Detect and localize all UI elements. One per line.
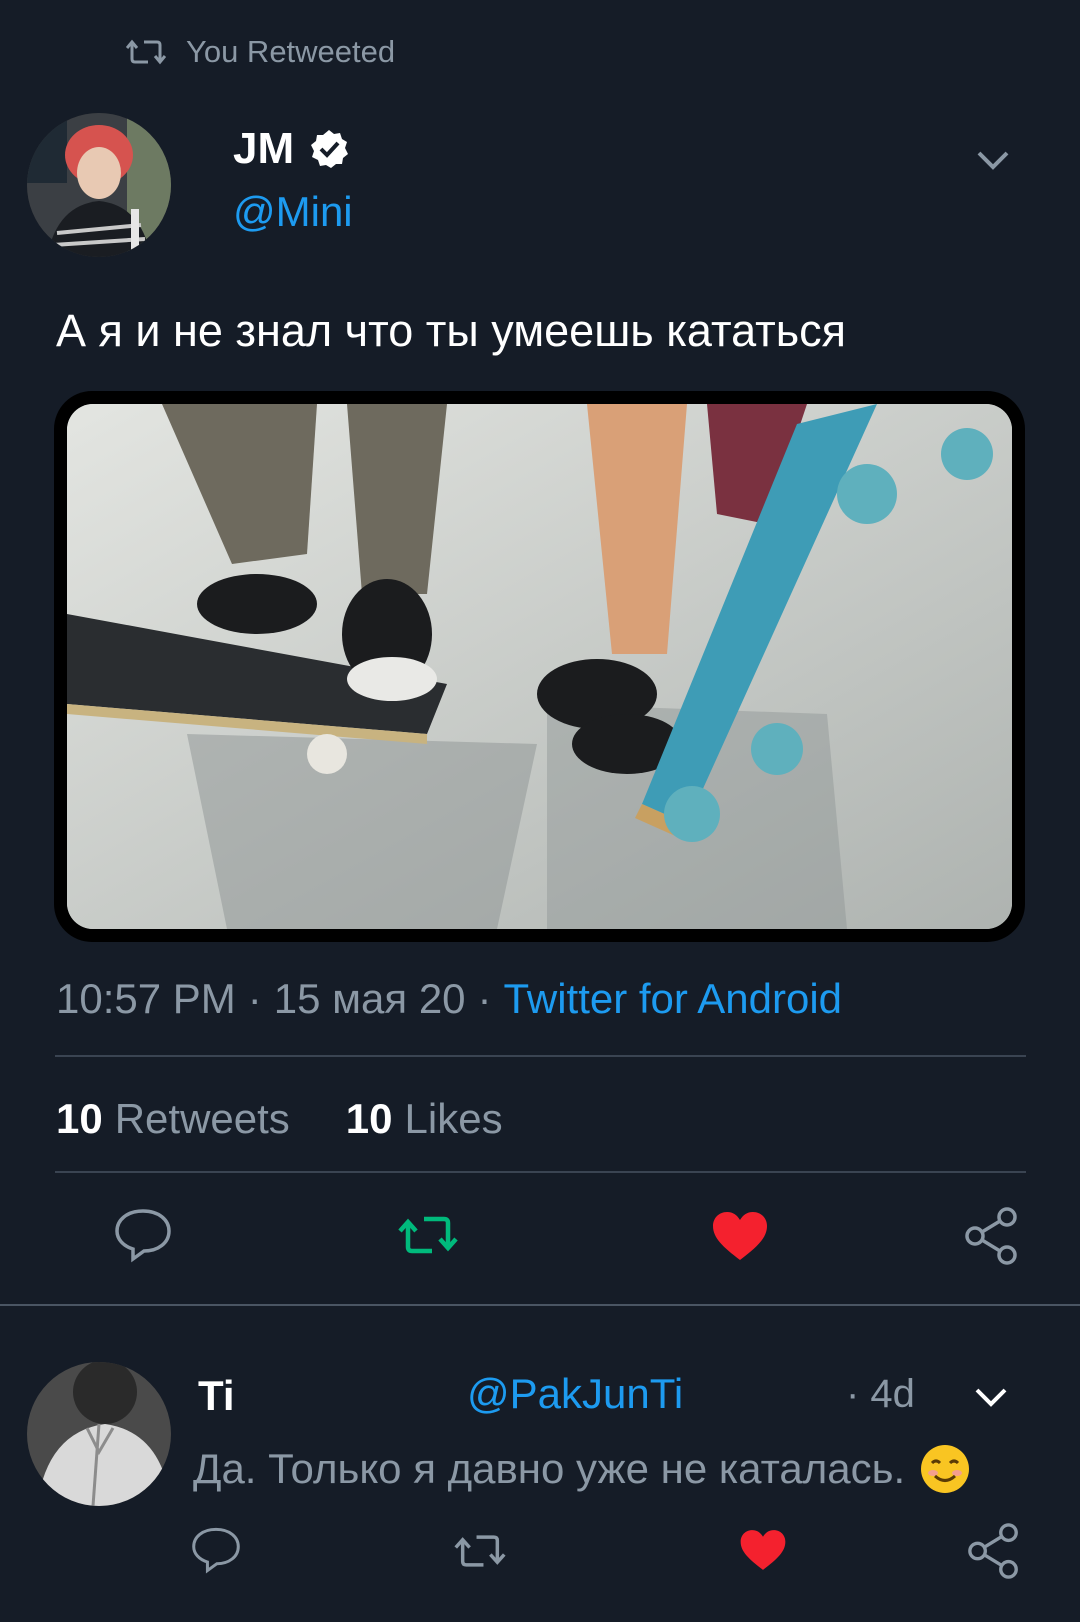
tweet-time: 10:57 PM	[56, 975, 236, 1022]
smiling-face-icon	[921, 1445, 970, 1493]
retweet-count: 10	[56, 1095, 103, 1142]
reply-like-button[interactable]	[735, 1525, 791, 1575]
reply-text: Да. Только я давно уже не каталась.	[193, 1443, 971, 1495]
reply-text-content: Да. Только я давно уже не каталась.	[193, 1445, 906, 1492]
author-avatar[interactable]	[27, 113, 171, 257]
share-icon	[965, 1207, 1017, 1265]
reply-author-name[interactable]: Ti	[198, 1372, 235, 1420]
likes-label: Likes	[404, 1095, 503, 1142]
heart-icon	[740, 1530, 786, 1570]
like-count: 10	[345, 1095, 393, 1142]
tweet-metadata: 10:57 PM · 15 мая 20 · Twitter for Android	[56, 975, 843, 1022]
retweets-stat[interactable]: 10 Retweets	[56, 1095, 290, 1143]
retweet-icon	[454, 1535, 506, 1567]
reply-retweet-button[interactable]	[450, 1526, 510, 1576]
reply-author-handle[interactable]: @PakJunTi	[467, 1370, 683, 1418]
tweet-source-app[interactable]: Twitter for Android	[504, 975, 842, 1022]
retweet-button[interactable]	[396, 1208, 460, 1262]
likes-stat[interactable]: 10 Likes	[346, 1095, 503, 1143]
reply-age: · 4d	[846, 1372, 915, 1416]
retweet-banner: You Retweeted	[126, 32, 395, 72]
divider	[55, 1055, 1026, 1057]
author-handle[interactable]: @Mini	[233, 188, 353, 236]
divider	[55, 1171, 1026, 1173]
verified-badge-icon	[311, 130, 349, 168]
reply-button[interactable]	[108, 1205, 178, 1265]
chevron-down-icon[interactable]	[973, 1383, 1009, 1411]
tweet-media[interactable]	[54, 391, 1025, 942]
heart-icon	[713, 1212, 767, 1260]
tweet-text: А я и не знал что ты умеешь кататься	[56, 305, 847, 356]
reply-share-button[interactable]	[964, 1520, 1024, 1582]
chevron-down-icon[interactable]	[975, 145, 1011, 175]
retweet-icon	[398, 1216, 458, 1254]
retweets-label: Retweets	[114, 1095, 290, 1142]
tweet-date: 15 мая 20	[273, 975, 466, 1022]
author-name-text: JM	[233, 124, 295, 173]
section-divider	[0, 1304, 1080, 1306]
skateboard-photo[interactable]	[67, 404, 1012, 929]
retweet-icon	[126, 39, 166, 65]
share-button[interactable]	[962, 1205, 1022, 1267]
like-button[interactable]	[708, 1207, 772, 1265]
share-icon	[968, 1523, 1018, 1579]
tweet-stats: 10 Retweets 10 Likes	[56, 1095, 503, 1143]
reply-icon	[115, 1209, 171, 1263]
retweet-banner-label: You Retweeted	[186, 34, 396, 69]
author-name[interactable]: JM	[233, 124, 350, 174]
reply-reply-button[interactable]	[186, 1522, 246, 1578]
reply-icon	[192, 1527, 240, 1574]
reply-author-avatar[interactable]	[27, 1362, 171, 1506]
